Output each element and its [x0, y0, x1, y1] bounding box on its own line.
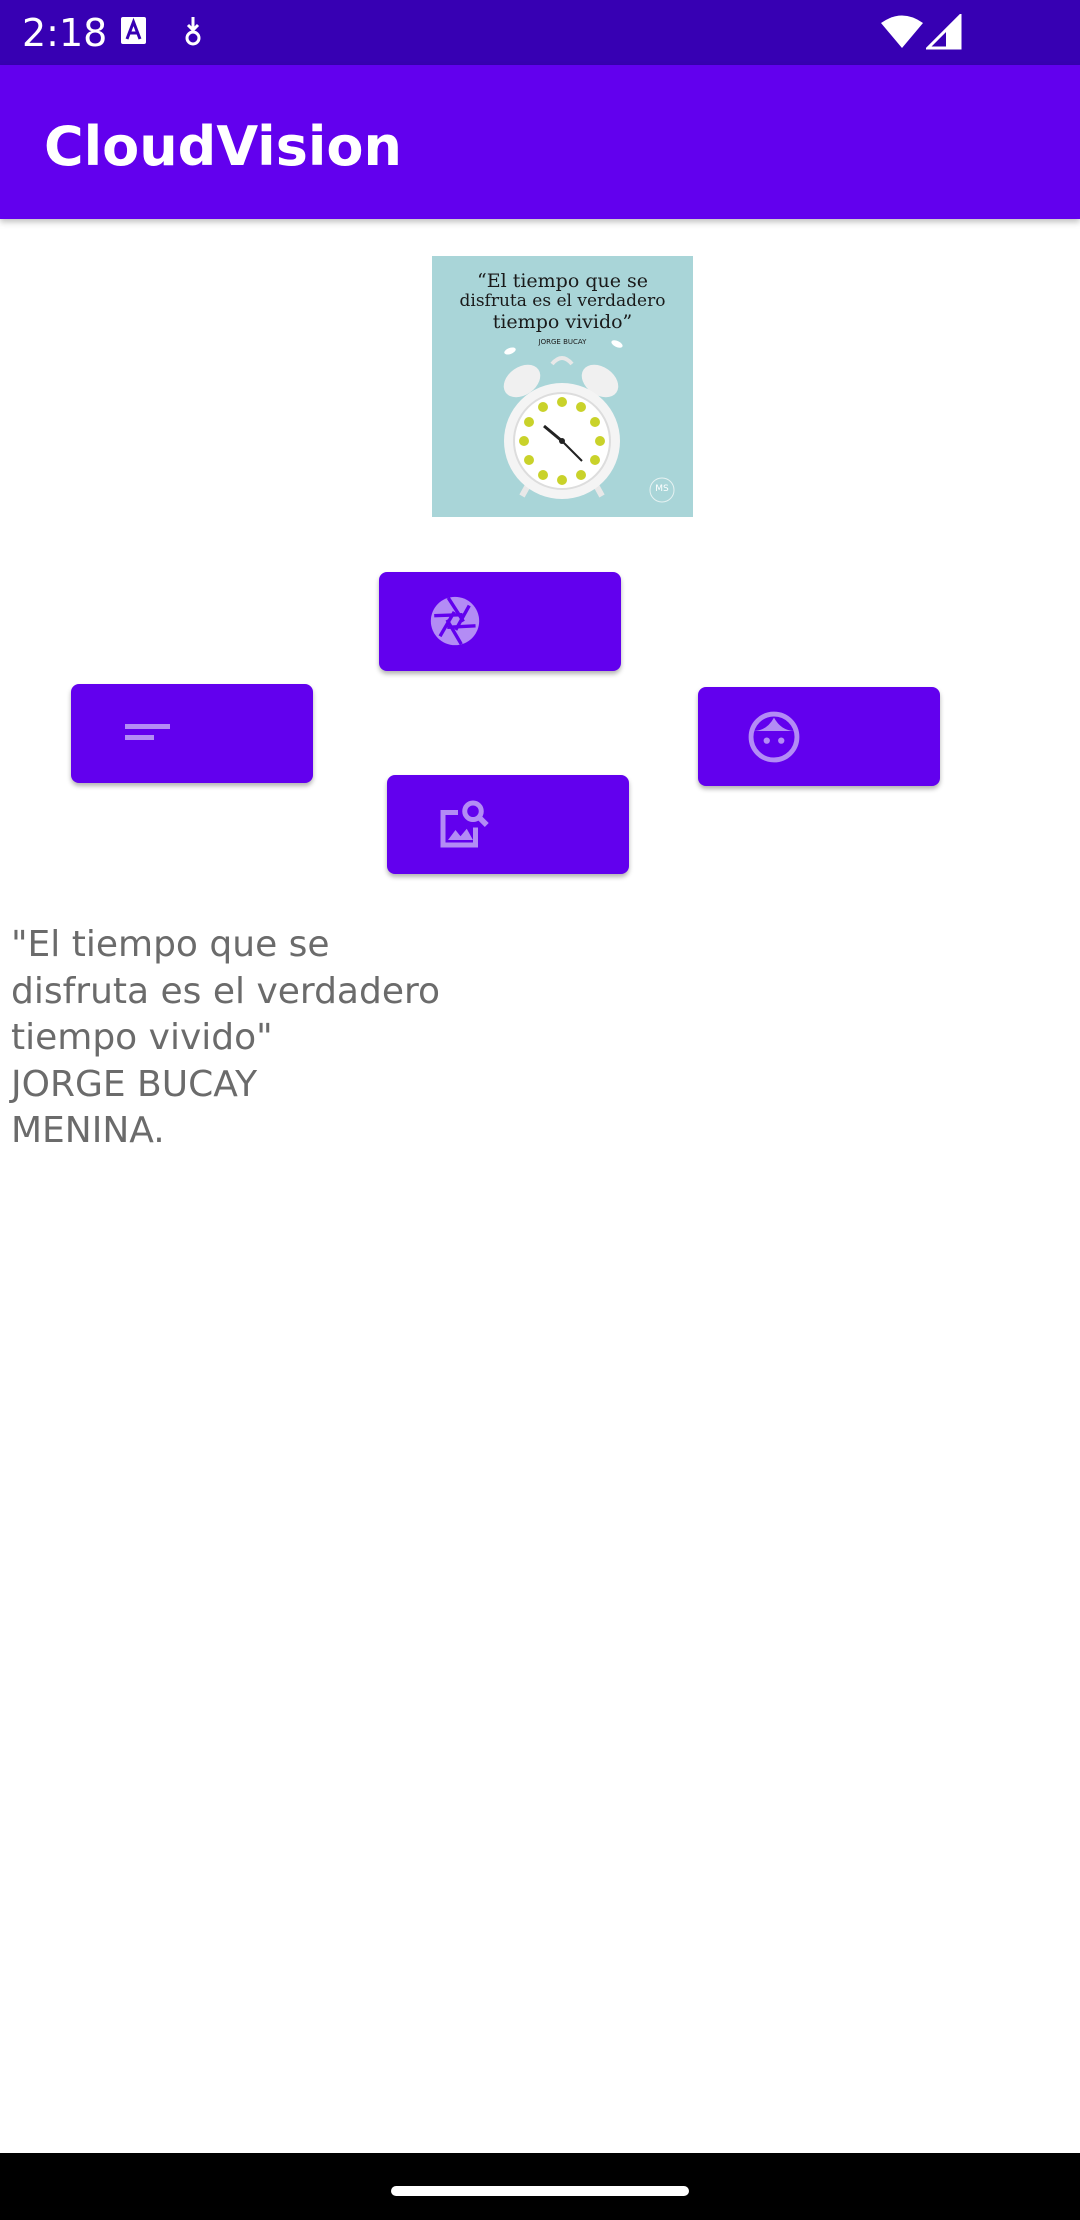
poster-watermark: MS: [655, 484, 669, 494]
wifi-icon: [880, 14, 924, 55]
camera-button[interactable]: [379, 572, 621, 671]
preview-image: “El tiempo que se disfruta es el verdade…: [432, 256, 693, 517]
download-icon: [180, 14, 206, 53]
home-gesture-handle[interactable]: [391, 2186, 689, 2196]
status-time: 2:18: [22, 11, 108, 55]
text-detection-button[interactable]: [71, 684, 313, 783]
short-text-icon: [125, 724, 170, 740]
text-a-icon: [120, 14, 148, 53]
image-search-button[interactable]: [387, 775, 629, 874]
alarm-clock-illustration: [503, 340, 675, 503]
recognized-text: "El tiempo que se disfruta es el verdade…: [11, 924, 441, 1151]
app-title: CloudVision: [44, 115, 402, 178]
signal-icon: [924, 12, 962, 55]
image-search-icon: [440, 800, 489, 848]
app-bar: CloudVision: [0, 65, 1080, 219]
camera-aperture-icon: [430, 596, 480, 646]
navigation-bar: [0, 2153, 1080, 2220]
face-icon: [748, 711, 800, 763]
status-bar: 2:18: [0, 0, 1080, 65]
face-detection-button[interactable]: [698, 687, 940, 786]
